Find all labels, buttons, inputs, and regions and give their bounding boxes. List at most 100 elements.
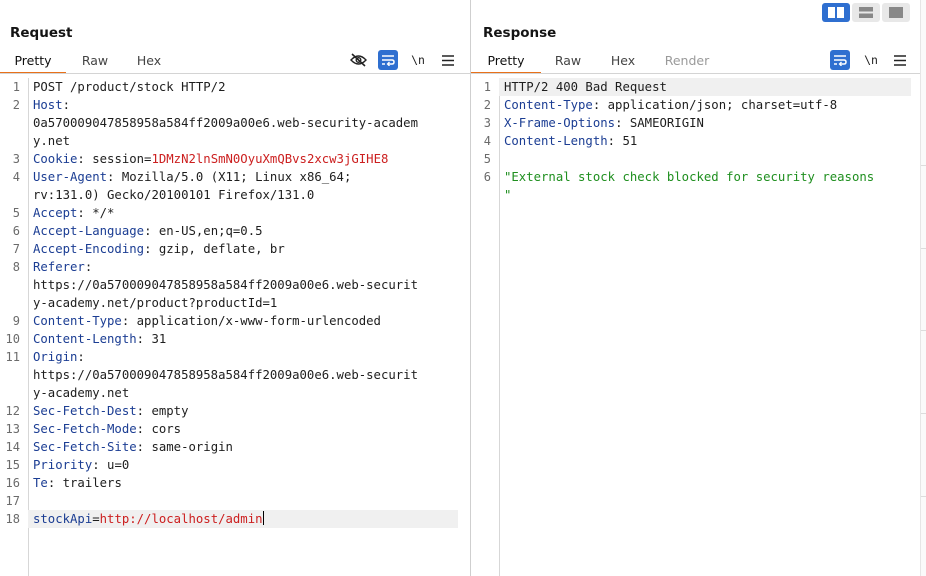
code-line: https://0a570009047858958a584ff2009a00e6… — [0, 366, 458, 384]
header-name: Host — [33, 98, 63, 112]
line-content: User-Agent: Mozilla/5.0 (X11; Linux x86_… — [28, 168, 458, 186]
code-line: y.net — [0, 132, 458, 150]
code-line: rv:131.0) Gecko/20100101 Firefox/131.0 — [0, 186, 458, 204]
response-tab-hex[interactable]: Hex — [595, 50, 651, 74]
code-line: 14 Sec-Fetch-Site: same-origin — [0, 438, 458, 456]
header-separator: : — [136, 440, 145, 454]
response-tab-render[interactable]: Render — [651, 50, 723, 74]
side-by-side-layout-icon[interactable] — [822, 3, 850, 22]
header-name: Accept — [33, 206, 78, 220]
text-caret — [262, 511, 264, 525]
line-content: Te: trailers — [28, 474, 458, 492]
code-line: 2 Content-Type: application/json; charset… — [471, 96, 911, 114]
header-value: cors — [144, 422, 182, 436]
line-content: y-academy.net — [28, 384, 458, 402]
line-content: Referer: — [28, 258, 458, 276]
line-number — [0, 186, 28, 204]
header-separator: : — [62, 98, 71, 112]
header-name: Content-Type — [504, 98, 593, 112]
code-line: 1 HTTP/2 400 Bad Request — [471, 78, 911, 96]
request-tab-hex[interactable]: Hex — [124, 50, 174, 74]
header-value: empty — [144, 404, 189, 418]
header-name: User-Agent — [33, 170, 108, 184]
request-editor[interactable]: 1 POST /product/stock HTTP/2 2 Host: 0a57000… — [0, 78, 458, 528]
header-value: u=0 — [99, 458, 130, 472]
line-content: POST /product/stock HTTP/2 — [28, 78, 458, 96]
response-editor[interactable]: 1 HTTP/2 400 Bad Request 2 Content-Type: ap… — [471, 78, 911, 204]
header-value: */* — [84, 206, 115, 220]
line-number: 5 — [483, 152, 491, 166]
line-number: 6 — [12, 224, 20, 238]
line-number: 11 — [5, 350, 20, 364]
line-content: Content-Length: 51 — [499, 132, 911, 150]
request-title: Request — [10, 25, 73, 41]
response-title: Response — [483, 25, 557, 41]
layout-toggle — [822, 3, 910, 22]
code-line: 5 Accept: */* — [0, 204, 458, 222]
line-number — [0, 114, 28, 132]
line-content: https://0a570009047858958a584ff2009a00e6… — [28, 276, 458, 294]
body-param-name: stockApi — [33, 512, 93, 526]
header-name: Content-Length — [33, 332, 137, 346]
header-name: Cookie — [33, 152, 78, 166]
code-line: 4 Content-Length: 51 — [471, 132, 911, 150]
response-tab-raw[interactable]: Raw — [541, 50, 595, 74]
header-name: Sec-Fetch-Dest — [33, 404, 137, 418]
line-content: HTTP/2 400 Bad Request — [499, 78, 911, 96]
header-value: gzip, deflate, br — [151, 242, 285, 256]
header-separator: : — [136, 422, 145, 436]
vertical-scrollbar[interactable] — [920, 0, 926, 576]
hamburger-menu-icon[interactable] — [890, 50, 910, 70]
line-content: Content-Type: application/x-www-form-url… — [28, 312, 458, 330]
highlighted-value: http://localhost/admin — [99, 512, 263, 526]
line-text: HTTP/2 400 Bad Request — [504, 80, 667, 94]
request-tab-divider — [0, 73, 470, 74]
code-line: 17 — [0, 492, 458, 510]
line-text: y-academy.net/product?productId=1 — [33, 296, 278, 310]
request-tab-raw[interactable]: Raw — [66, 50, 124, 74]
header-value: en-US,en;q=0.5 — [151, 224, 263, 238]
wrap-lines-icon[interactable] — [830, 50, 850, 70]
line-content: https://0a570009047858958a584ff2009a00e6… — [28, 366, 458, 384]
line-content: Sec-Fetch-Dest: empty — [28, 402, 458, 420]
code-line: 7 Accept-Encoding: gzip, deflate, br — [0, 240, 458, 258]
line-number: 4 — [483, 134, 491, 148]
request-view-tabs: Pretty Raw Hex — [0, 50, 174, 74]
header-name: Referer — [33, 260, 85, 274]
response-pane: Response Pretty Raw Hex Render \n 1 HTTP/… — [471, 0, 920, 576]
code-line: y-academy.net/product?productId=1 — [0, 294, 458, 312]
code-line: y-academy.net — [0, 384, 458, 402]
header-name: Sec-Fetch-Mode — [33, 422, 137, 436]
code-line: " — [471, 186, 911, 204]
header-name: Accept-Encoding — [33, 242, 145, 256]
tabbed-layout-icon[interactable] — [882, 3, 910, 22]
header-value: 51 — [615, 134, 638, 148]
line-content: Accept-Encoding: gzip, deflate, br — [28, 240, 458, 258]
line-content: "External stock check blocked for securi… — [499, 168, 911, 186]
response-tab-pretty[interactable]: Pretty — [471, 50, 541, 74]
line-number: 5 — [12, 206, 20, 220]
code-line: 1 POST /product/stock HTTP/2 — [0, 78, 458, 96]
code-line: 16 Te: trailers — [0, 474, 458, 492]
request-tab-pretty[interactable]: Pretty — [0, 50, 66, 74]
code-line: https://0a570009047858958a584ff2009a00e6… — [0, 276, 458, 294]
line-number: 7 — [12, 242, 20, 256]
eye-slash-icon[interactable] — [348, 50, 368, 70]
newline-toggle[interactable]: \n — [861, 50, 881, 70]
header-separator: : — [77, 350, 85, 364]
line-number: 16 — [5, 476, 20, 490]
hamburger-menu-icon[interactable] — [438, 50, 458, 70]
line-content: 0a570009047858958a584ff2009a00e6.web-sec… — [28, 114, 458, 132]
line-number — [471, 186, 499, 204]
code-line: 12 Sec-Fetch-Dest: empty — [0, 402, 458, 420]
code-line: 3 Cookie: session=1DMzN2lnSmN0OyuXmQBvs2x… — [0, 150, 458, 168]
code-line: 5 — [471, 150, 911, 168]
code-line: 3 X-Frame-Options: SAMEORIGIN — [471, 114, 911, 132]
header-name: Content-Length — [504, 134, 608, 148]
code-line: 18 stockApi=http://localhost/admin — [0, 510, 458, 528]
top-bottom-layout-icon[interactable] — [852, 3, 880, 22]
wrap-lines-icon[interactable] — [378, 50, 398, 70]
line-content: Accept-Language: en-US,en;q=0.5 — [28, 222, 458, 240]
header-value: session= — [84, 152, 152, 166]
newline-toggle[interactable]: \n — [408, 50, 428, 70]
